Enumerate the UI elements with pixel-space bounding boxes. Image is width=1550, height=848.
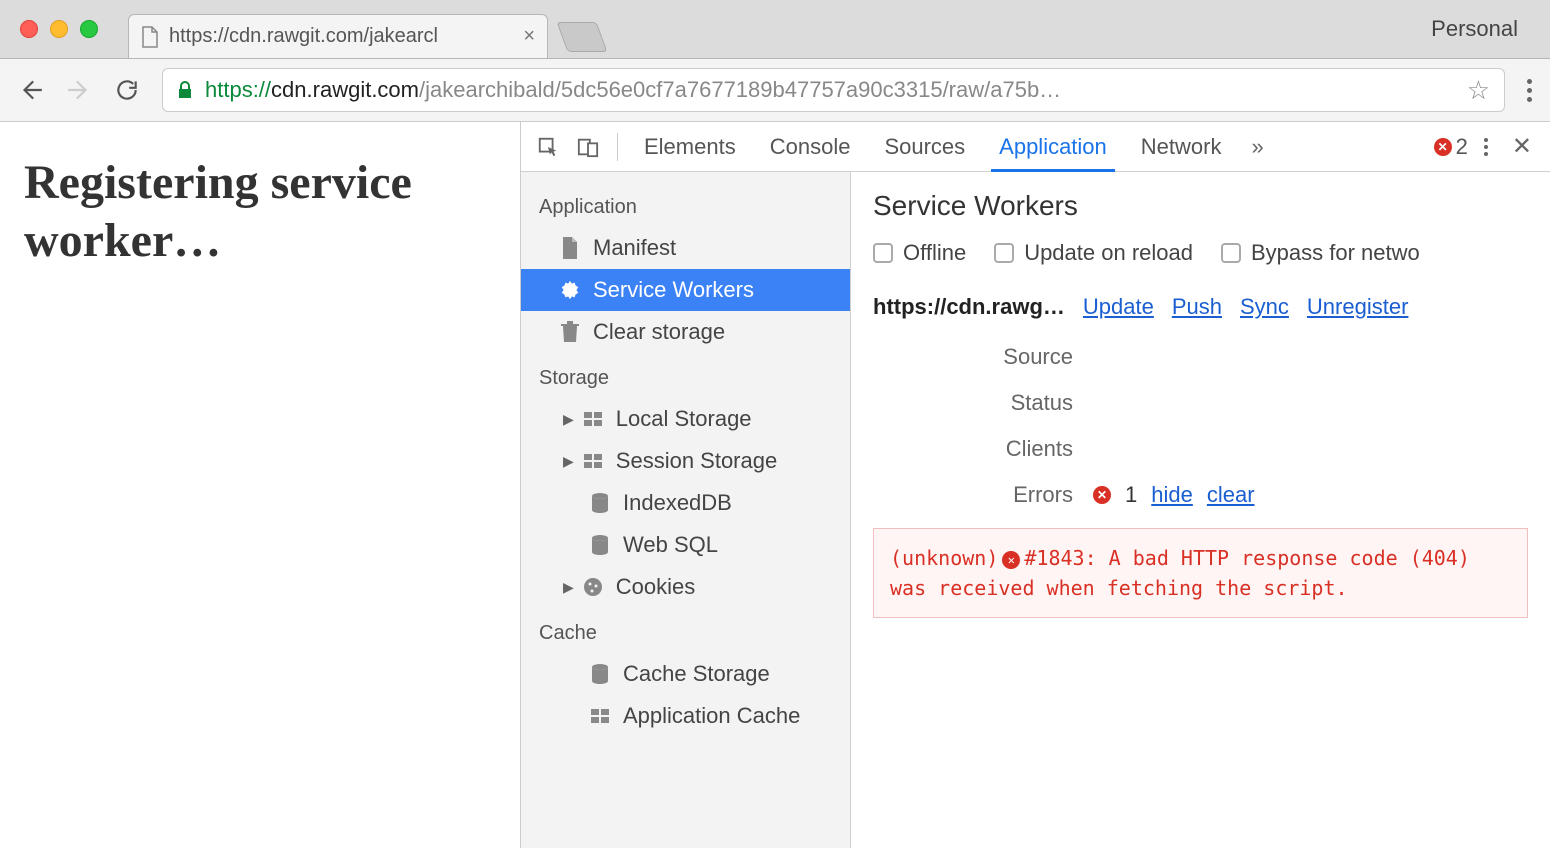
window-close-button[interactable] [20,20,38,38]
expand-icon[interactable]: ▶ [563,453,574,470]
reload-button[interactable] [114,77,140,103]
tab-title: https://cdn.rawgit.com/jakearcl [169,25,515,48]
cookie-icon [582,577,604,597]
devtools-menu-button[interactable] [1474,138,1498,156]
device-toggle-icon[interactable] [571,136,605,158]
forward-button [66,77,92,103]
link-clear[interactable]: clear [1207,482,1255,508]
panel-title: Service Workers [873,190,1528,222]
back-button[interactable] [18,77,44,103]
devtools-close-button[interactable]: ✕ [1504,132,1540,161]
error-icon: ✕ [1434,138,1452,156]
browser-menu-button[interactable] [1527,79,1532,102]
label-source: Source [873,344,1093,370]
link-sync[interactable]: Sync [1240,294,1289,320]
tab-network[interactable]: Network [1127,122,1236,171]
trash-icon [559,321,581,343]
separator [617,133,618,161]
sidebar-section-storage: Storage [521,353,850,398]
sidebar-item-cache-storage[interactable]: Cache Storage [521,653,850,695]
sidebar-item-websql[interactable]: Web SQL [521,524,850,566]
devtools-panel: Elements Console Sources Application Net… [520,122,1550,848]
url-protocol: https:// [205,77,271,103]
error-count: 2 [1456,134,1468,160]
checkbox-update-on-reload[interactable]: Update on reload [994,240,1193,266]
sw-origin: https://cdn.rawg… [873,294,1065,320]
tab-application[interactable]: Application [985,122,1121,171]
lock-icon [177,81,193,99]
link-push[interactable]: Push [1172,294,1222,320]
sidebar-item-service-workers[interactable]: Service Workers [521,269,850,311]
url-path: /jakearchibald/5dc56e0cf7a7677189b47757a… [419,77,1061,103]
sidebar-item-clear-storage[interactable]: Clear storage [521,311,850,353]
expand-icon[interactable]: ▶ [563,579,574,596]
file-icon [141,26,159,48]
database-icon [589,535,611,555]
grid-icon [582,412,604,426]
error-message-box: (unknown)✕#1843: A bad HTTP response cod… [873,528,1528,618]
application-sidebar: Application Manifest Service Workers Cle… [521,172,851,848]
window-maximize-button[interactable] [80,20,98,38]
bookmark-icon[interactable]: ☆ [1467,75,1490,106]
more-tabs-icon[interactable]: » [1241,134,1273,160]
link-hide[interactable]: hide [1151,482,1193,508]
label-status: Status [873,390,1093,416]
database-icon [589,664,611,684]
sidebar-section-cache: Cache [521,608,850,653]
page-heading: Registering service worker… [24,154,496,269]
new-tab-button[interactable] [557,22,608,52]
sidebar-item-indexeddb[interactable]: IndexedDB [521,482,850,524]
grid-icon [589,709,611,723]
inspect-icon[interactable] [531,136,565,158]
tab-close-icon[interactable]: × [523,25,535,48]
sidebar-item-manifest[interactable]: Manifest [521,227,850,269]
error-icon: ✕ [1002,551,1020,569]
error-count-value: 1 [1125,482,1137,508]
url-host: cdn.rawgit.com [271,77,419,103]
checkbox-bypass-network[interactable]: Bypass for netwo [1221,240,1420,266]
error-indicator[interactable]: ✕ 2 [1434,134,1468,160]
error-source: (unknown) [890,546,998,570]
browser-tab[interactable]: https://cdn.rawgit.com/jakearcl × [128,14,548,58]
tab-elements[interactable]: Elements [630,122,750,171]
sidebar-section-application: Application [521,182,850,227]
link-update[interactable]: Update [1083,294,1154,320]
sidebar-item-application-cache[interactable]: Application Cache [521,695,850,737]
sidebar-item-cookies[interactable]: ▶ Cookies [521,566,850,608]
sidebar-item-local-storage[interactable]: ▶ Local Storage [521,398,850,440]
sidebar-item-session-storage[interactable]: ▶ Session Storage [521,440,850,482]
checkbox-offline[interactable]: Offline [873,240,966,266]
error-icon: ✕ [1093,486,1111,504]
grid-icon [582,454,604,468]
database-icon [589,493,611,513]
expand-icon[interactable]: ▶ [563,411,574,428]
label-clients: Clients [873,436,1093,462]
gear-icon [559,279,581,301]
window-minimize-button[interactable] [50,20,68,38]
label-errors: Errors [873,482,1093,508]
page-content: Registering service worker… [0,122,520,848]
link-unregister[interactable]: Unregister [1307,294,1408,320]
tab-sources[interactable]: Sources [870,122,979,171]
document-icon [559,237,581,259]
tab-console[interactable]: Console [756,122,865,171]
address-bar[interactable]: https://cdn.rawgit.com/jakearchibald/5dc… [162,68,1505,112]
profile-label[interactable]: Personal [1431,16,1538,58]
